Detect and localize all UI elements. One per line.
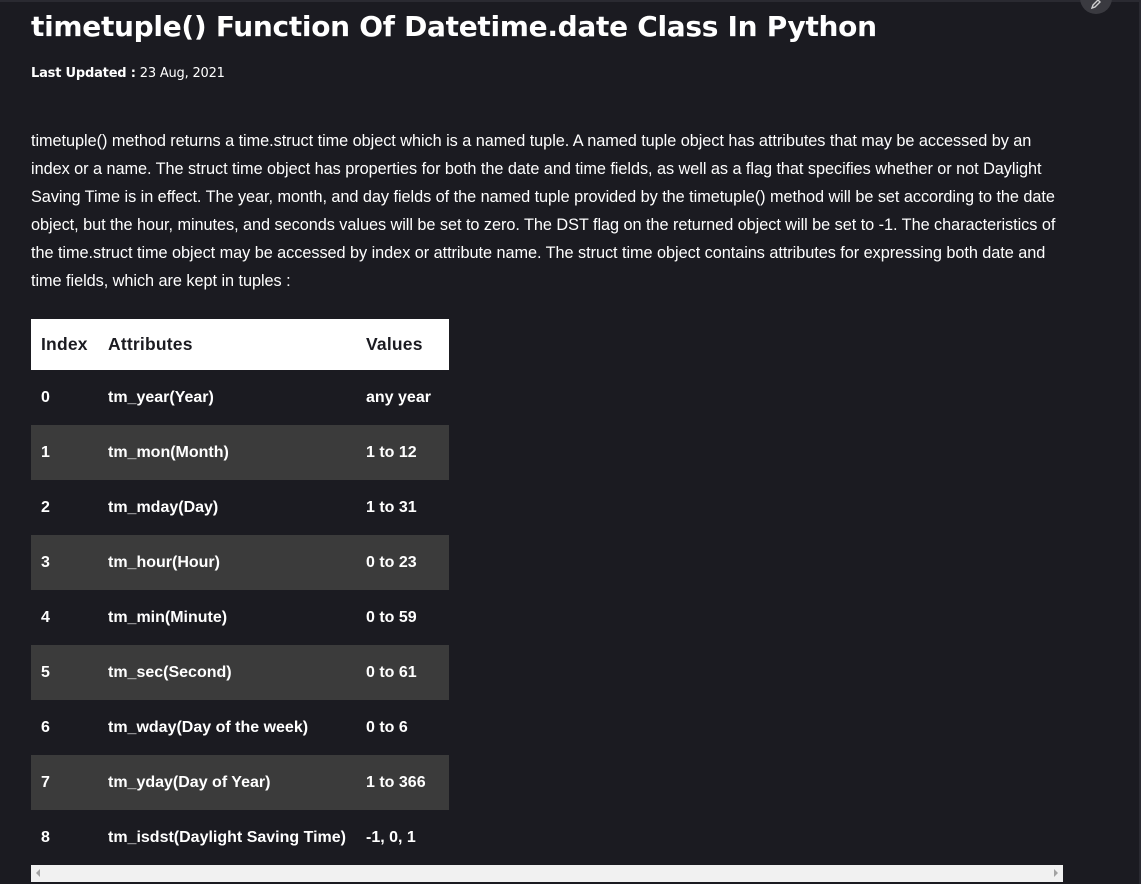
cell-value: -1, 0, 1 [366, 828, 416, 846]
cell-value: 0 to 59 [366, 608, 417, 626]
last-updated: Last Updated :23 Aug, 2021 [31, 66, 225, 81]
cell-index: 3 [31, 535, 98, 590]
cell-index: 4 [41, 608, 50, 626]
cell-value: 0 to 6 [366, 718, 408, 736]
cell-index: 1 [31, 425, 98, 480]
header-attributes: Attributes [98, 319, 356, 370]
cell-value: 1 to 366 [356, 755, 449, 810]
table-row: 4 tm_min(Minute) 0 to 59 [31, 590, 449, 645]
chevron-left-icon[interactable] [36, 869, 40, 877]
timetuple-attributes-table: Index Attributes Values 0 tm_year(Year) … [31, 319, 449, 865]
cell-index: 2 [41, 498, 50, 516]
last-updated-label: Last Updated : [31, 66, 136, 81]
cell-value: 0 to 61 [356, 645, 449, 700]
scrollbar-thumb[interactable] [47, 867, 1047, 880]
table-row: 1 tm_mon(Month) 1 to 12 [31, 425, 449, 480]
cell-index: 7 [31, 755, 98, 810]
cell-value: any year [366, 388, 431, 406]
cell-index: 5 [31, 645, 98, 700]
header-values: Values [356, 319, 449, 370]
chevron-right-icon[interactable] [1054, 869, 1058, 877]
top-border [0, 0, 1141, 2]
article-body: timetuple() method returns a time.struct… [31, 132, 1056, 290]
table-row: 3 tm_hour(Hour) 0 to 23 [31, 535, 449, 590]
table-row: 8 tm_isdst(Daylight Saving Time) -1, 0, … [31, 810, 449, 865]
cell-attribute: tm_sec(Second) [98, 645, 356, 700]
table-row: 7 tm_yday(Day of Year) 1 to 366 [31, 755, 449, 810]
article-title: timetuple() Function Of Datetime.date Cl… [31, 10, 877, 43]
cell-attribute: tm_mday(Day) [108, 498, 219, 516]
last-updated-date: 23 Aug, 2021 [139, 66, 225, 81]
cell-attribute: tm_yday(Day of Year) [98, 755, 356, 810]
table-row: 6 tm_wday(Day of the week) 0 to 6 [31, 700, 449, 755]
cell-attribute: tm_wday(Day of the week) [108, 718, 309, 736]
cell-index: 0 [41, 388, 50, 406]
cell-index: 8 [41, 828, 50, 846]
header-index: Index [31, 319, 98, 370]
horizontal-scrollbar[interactable] [31, 865, 1063, 882]
cell-value: 1 to 31 [366, 498, 417, 516]
cell-index: 6 [41, 718, 50, 736]
cell-attribute: tm_min(Minute) [108, 608, 228, 626]
table-row: 2 tm_mday(Day) 1 to 31 [31, 480, 449, 535]
cell-value: 1 to 12 [356, 425, 449, 480]
table-header-row: Index Attributes Values [31, 319, 449, 370]
page: timetuple() Function Of Datetime.date Cl… [0, 0, 1141, 884]
cell-value: 0 to 23 [356, 535, 449, 590]
table-row: 5 tm_sec(Second) 0 to 61 [31, 645, 449, 700]
cell-attribute: tm_mon(Month) [98, 425, 356, 480]
table-row: 0 tm_year(Year) any year [31, 370, 449, 425]
cell-attribute: tm_year(Year) [108, 388, 214, 406]
cell-attribute: tm_hour(Hour) [98, 535, 356, 590]
cell-attribute: tm_isdst(Daylight Saving Time) [108, 828, 346, 846]
edit-icon [1090, 0, 1101, 10]
edit-button[interactable] [1080, 0, 1112, 14]
